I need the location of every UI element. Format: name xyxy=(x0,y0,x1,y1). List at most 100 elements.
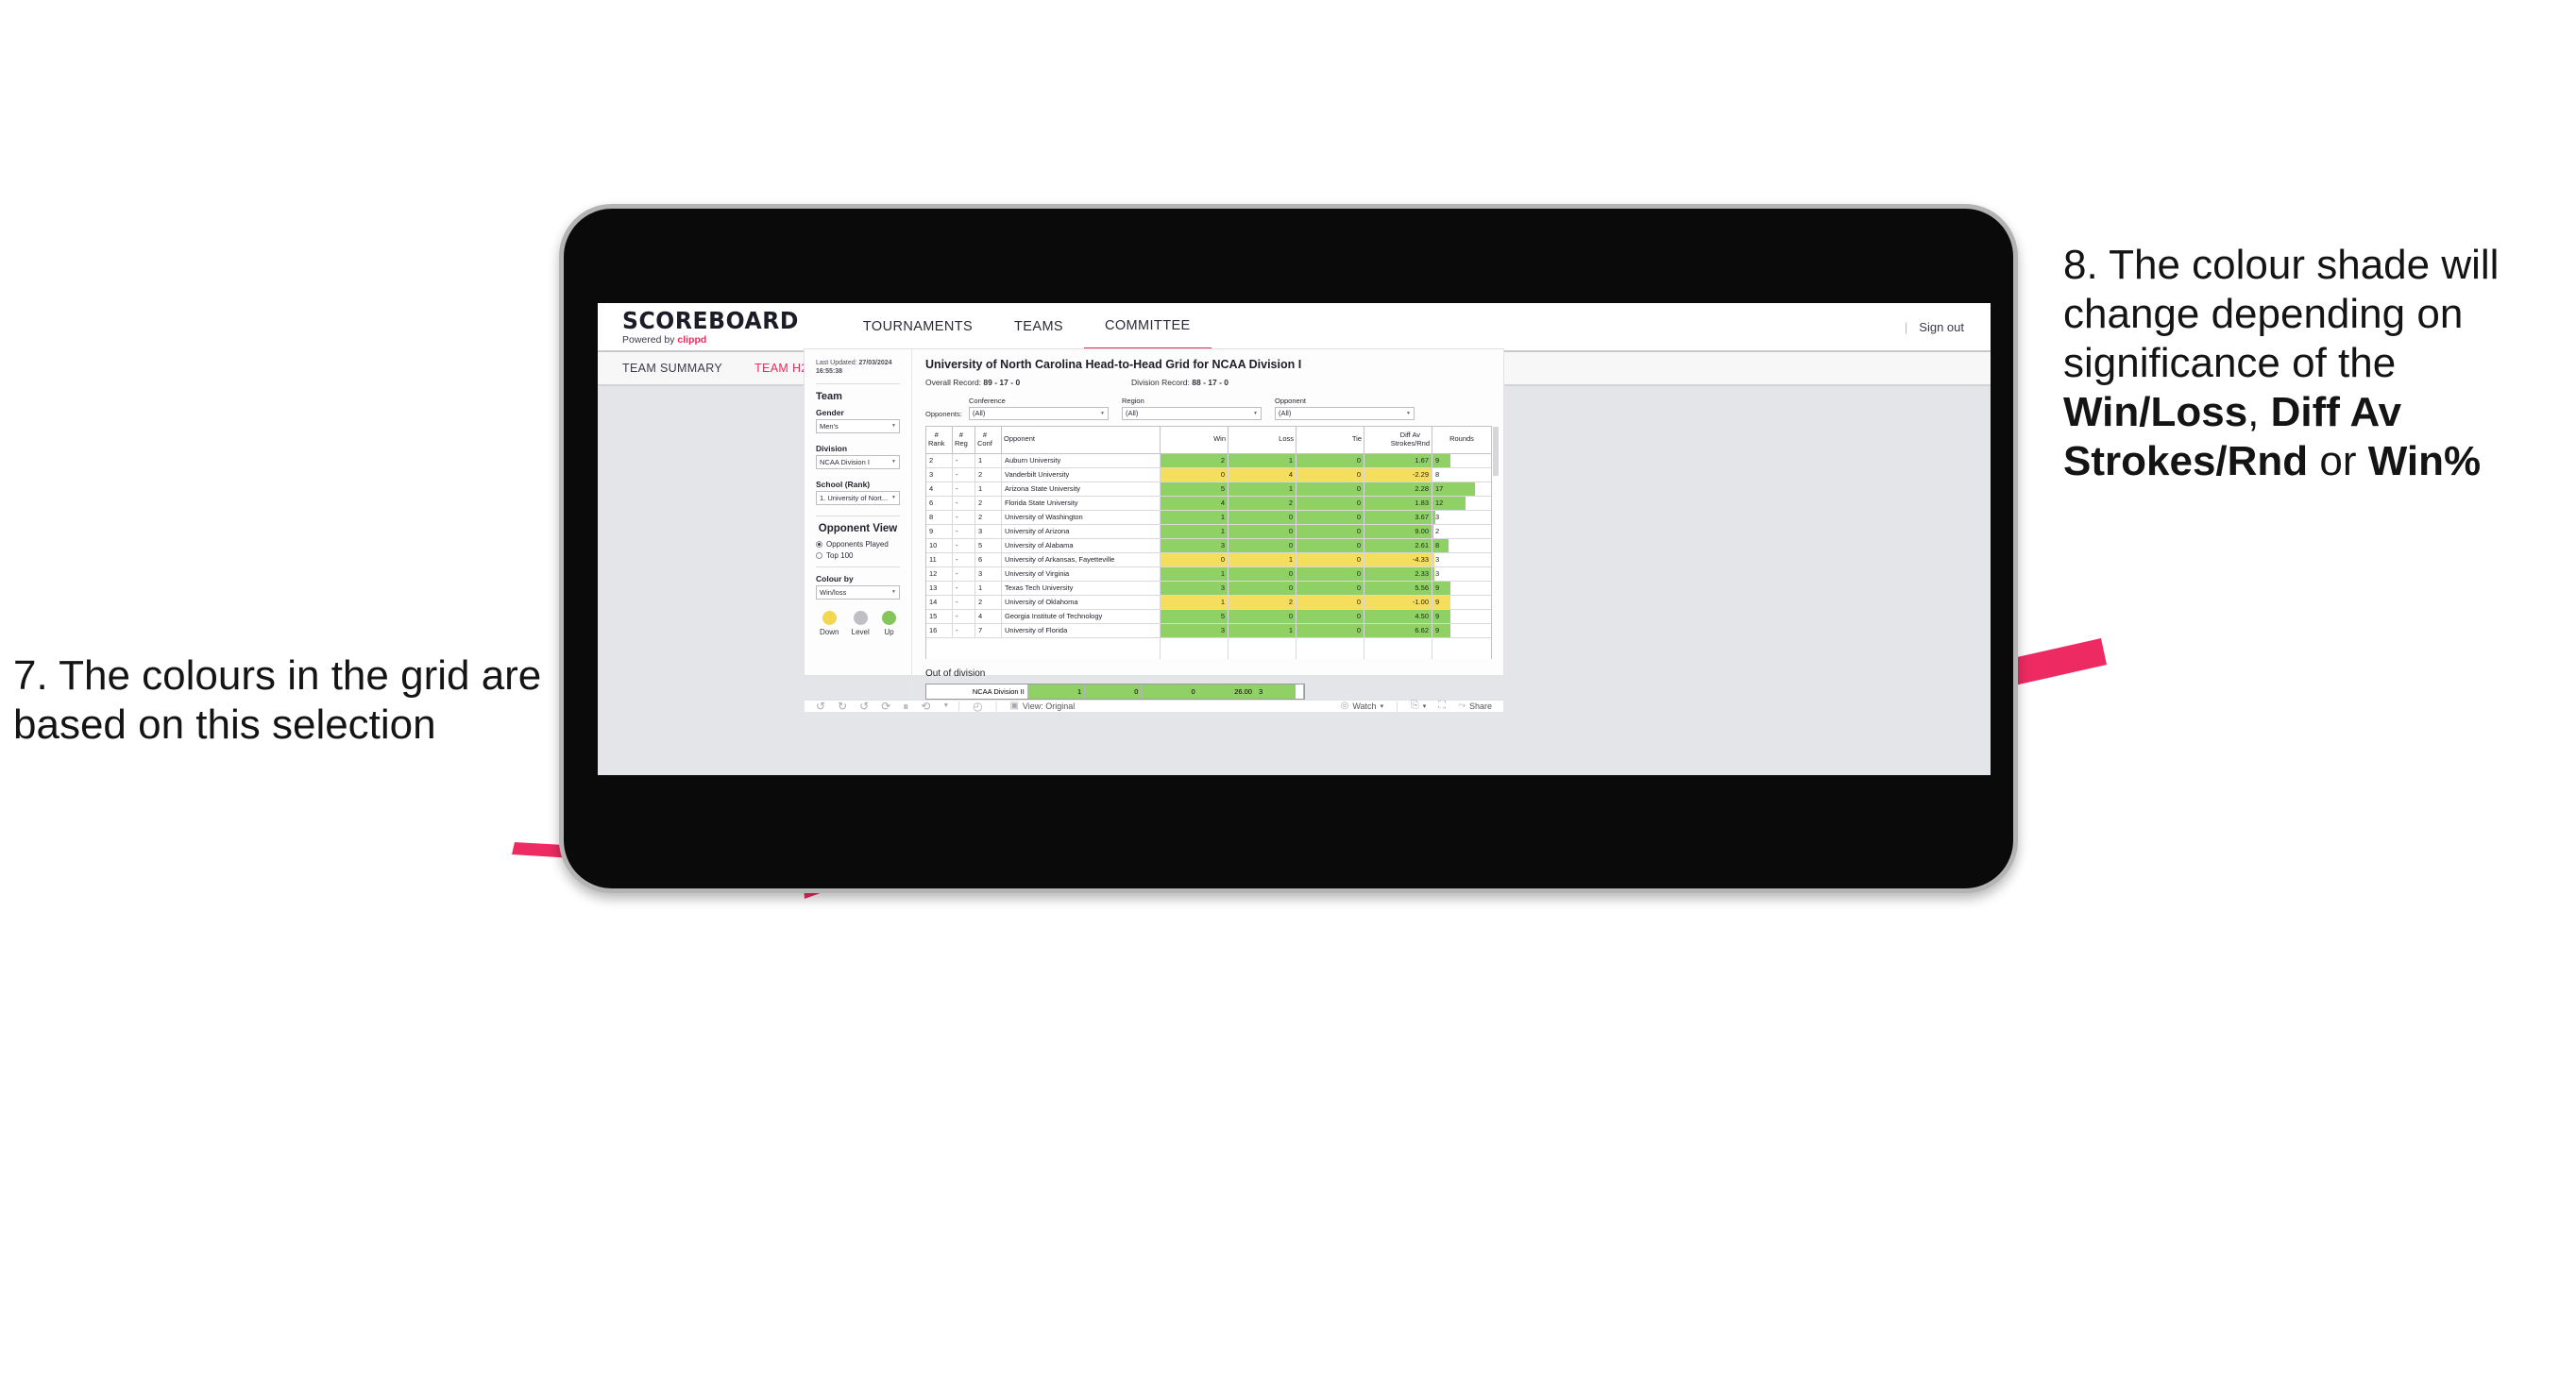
column-header-win[interactable]: Win xyxy=(1161,426,1229,453)
records-row: Overall Record: 89 - 17 - 0 Division Rec… xyxy=(925,378,1492,387)
column-header-loss[interactable]: Loss xyxy=(1229,426,1296,453)
signout-link[interactable]: Sign out xyxy=(1919,320,1964,334)
share-button[interactable]: ⤳ Share xyxy=(1458,701,1492,711)
app-logo[interactable]: SCOREBOARD Powered by clippd xyxy=(598,309,842,346)
rounds-value: 3 xyxy=(1435,513,1440,521)
cell-loss: 4 xyxy=(1229,467,1296,482)
column-header-conf[interactable]: # Conf xyxy=(975,426,1002,453)
view-original-button[interactable]: ▣ View: Original xyxy=(1009,701,1075,711)
chevron-down-icon: ▼ xyxy=(1406,410,1411,416)
cell-opponent: University of Washington xyxy=(1002,510,1161,524)
table-row[interactable]: 9-3 University of Arizona 1 0 0 9.00 2 xyxy=(926,524,1491,539)
column-header-tie[interactable]: Tie xyxy=(1296,426,1364,453)
conference-select[interactable]: (All) ▼ xyxy=(969,406,1109,420)
opponent-filters: Opponents: Conference (All) ▼ Region (Al xyxy=(925,397,1492,420)
toolbar-divider-1: | xyxy=(958,700,961,712)
cell-win: 3 xyxy=(1161,538,1229,552)
caret-down-icon[interactable]: ▼ xyxy=(942,702,949,709)
topnav-item-committee[interactable]: COMMITTEE xyxy=(1084,303,1212,350)
table-row[interactable]: 11-6 University of Arkansas, Fayetteville… xyxy=(926,552,1491,567)
undo-icon[interactable]: ↺ xyxy=(816,701,825,712)
table-row[interactable]: 4-1 Arizona State University 5 1 0 2.28 17 xyxy=(926,482,1491,497)
opponent-select[interactable]: (All) ▼ xyxy=(1275,406,1415,420)
out-of-division-table: NCAA Division II 1 0 0 26.00 3 xyxy=(925,683,1305,700)
column-header-rank[interactable]: # Rank xyxy=(926,426,953,453)
radio-opponents-played[interactable]: Opponents Played xyxy=(816,540,900,549)
cell-win: 1 xyxy=(1161,524,1229,538)
vertical-scrollbar[interactable] xyxy=(1493,426,1499,476)
cell-opponent: University of Florida xyxy=(1002,623,1161,637)
region-select[interactable]: (All) ▼ xyxy=(1122,406,1262,420)
cell-diff: -2.29 xyxy=(1364,467,1432,482)
column-header-rounds[interactable]: Rounds xyxy=(1432,427,1491,453)
table-row[interactable]: 16-7 University of Florida 3 1 0 6.62 9 xyxy=(926,623,1491,638)
division-select[interactable]: NCAA Division I ▼ xyxy=(816,454,900,469)
cell-tie: 0 xyxy=(1296,609,1364,623)
topnav-item-teams[interactable]: TEAMS xyxy=(993,303,1084,350)
school-rank-select[interactable]: 1. University of Nort... ▼ xyxy=(816,490,900,505)
cell-rank: 13 xyxy=(926,581,953,595)
ood-win: 1 xyxy=(1027,684,1086,699)
table-row[interactable]: 10-5 University of Alabama 3 0 0 2.61 8 xyxy=(926,538,1491,553)
cell-reg: - xyxy=(953,595,975,609)
rounds-value: 9 xyxy=(1435,626,1440,634)
overall-record-value: 89 - 17 - 0 xyxy=(983,378,1021,387)
revert-icon[interactable]: ↺ xyxy=(859,701,869,712)
division-record-label: Division Record: xyxy=(1131,378,1193,387)
loop-icon[interactable]: ⟲ xyxy=(921,701,930,712)
cell-tie: 0 xyxy=(1296,538,1364,552)
team-heading: Team xyxy=(816,390,842,402)
cell-opponent: Texas Tech University xyxy=(1002,581,1161,595)
topnav-item-tournaments[interactable]: TOURNAMENTS xyxy=(842,303,993,350)
gender-select[interactable]: Men's ▼ xyxy=(816,418,900,433)
table-row[interactable]: 14-2 University of Oklahoma 1 2 0 -1.00 9 xyxy=(926,595,1491,610)
cell-diff: 3.67 xyxy=(1364,510,1432,524)
column-header-reg[interactable]: # Reg xyxy=(953,426,975,453)
pause-icon[interactable]: ⏸ xyxy=(903,701,908,712)
cell-diff: 2.28 xyxy=(1364,482,1432,496)
ood-rounds-cell: 3 xyxy=(1255,684,1304,699)
table-row[interactable]: 12-3 University of Virginia 1 0 0 2.33 3 xyxy=(926,566,1491,582)
cell-win: 1 xyxy=(1161,566,1229,581)
column-header-diff[interactable]: Diff Av Strokes/Rnd xyxy=(1364,426,1432,453)
cell-tie: 0 xyxy=(1296,467,1364,482)
table-row[interactable]: 15-4 Georgia Institute of Technology 5 0 0 4.… xyxy=(926,609,1491,624)
table-row[interactable]: 13-1 Texas Tech University 3 0 0 5.56 9 xyxy=(926,581,1491,596)
cell-reg: - xyxy=(953,510,975,524)
cell-rounds: 3 xyxy=(1432,566,1491,581)
filter-region: Region (All) ▼ xyxy=(1122,397,1262,420)
table-row[interactable]: 8-2 University of Washington 1 0 0 3.67 3 xyxy=(926,510,1491,525)
filter-conference: Conference (All) ▼ xyxy=(969,397,1109,420)
rounds-value: 8 xyxy=(1435,470,1440,479)
ood-name: NCAA Division II xyxy=(926,684,1028,699)
table-row[interactable]: 6-2 Florida State University 4 2 0 1.83 12 xyxy=(926,496,1491,511)
signout-divider: | xyxy=(1904,319,1908,334)
region-value: (All) xyxy=(1126,409,1139,417)
subnav-item-team-summary[interactable]: TEAM SUMMARY xyxy=(622,362,722,375)
cell-win: 5 xyxy=(1161,482,1229,496)
grid-main-panel: University of North Carolina Head-to-Hea… xyxy=(912,349,1503,700)
column-header-opponent[interactable]: Opponent xyxy=(1002,426,1161,453)
cell-opponent: University of Arkansas, Fayetteville xyxy=(1002,552,1161,566)
cell-reg: - xyxy=(953,524,975,538)
table-row[interactable]: 3-2 Vanderbilt University 0 4 0 -2.29 8 xyxy=(926,467,1491,482)
fullscreen-icon[interactable]: ⛶ xyxy=(1438,701,1446,711)
clock-icon[interactable]: ◴ xyxy=(973,701,982,712)
watch-button[interactable]: ◎ Watch ▾ xyxy=(1341,701,1383,711)
cell-rank: 3 xyxy=(926,467,953,482)
cell-diff: -1.00 xyxy=(1364,595,1432,609)
download-button[interactable]: ⎘ ▾ xyxy=(1411,701,1426,711)
redo-icon[interactable]: ↻ xyxy=(838,701,847,712)
rounds-value: 17 xyxy=(1435,484,1444,493)
refresh-icon[interactable]: ⟳ xyxy=(881,701,890,712)
signout-area: | Sign out xyxy=(1905,303,1964,350)
cell-win: 3 xyxy=(1161,581,1229,595)
ood-loss: 0 xyxy=(1085,684,1143,699)
colour-by-select[interactable]: Win/loss ▼ xyxy=(816,584,900,600)
cell-rank: 16 xyxy=(926,623,953,637)
radio-top-100[interactable]: Top 100 xyxy=(816,551,900,560)
cell-conf: 5 xyxy=(975,538,1002,552)
colour-legend: Down Level Up xyxy=(816,610,900,636)
table-row[interactable]: 2-1 Auburn University 2 1 0 1.67 9 xyxy=(926,453,1491,468)
cell-loss: 1 xyxy=(1229,482,1296,496)
